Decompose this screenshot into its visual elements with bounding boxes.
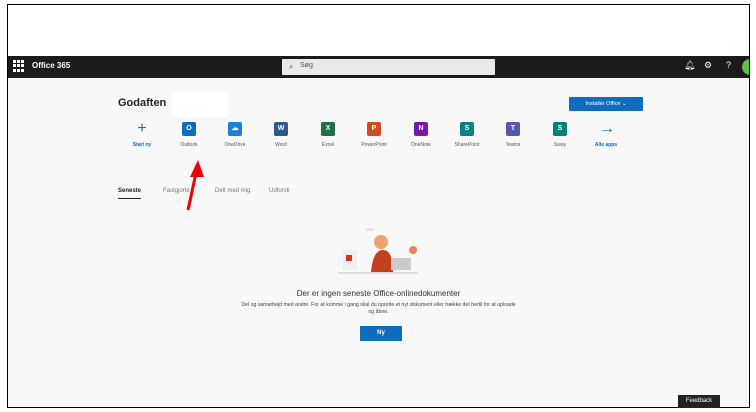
app-start-ny[interactable]: + Start ny bbox=[120, 120, 164, 149]
tab-recent[interactable]: Seneste bbox=[118, 188, 142, 199]
app-onenote[interactable]: N OneNote bbox=[399, 122, 443, 148]
new-document-button[interactable]: Ny bbox=[360, 326, 402, 341]
browser-frame: Office 365 ⌕ Søg 🔔︎ ⚙ ? Godaften Install… bbox=[7, 4, 750, 408]
bell-icon[interactable]: 🔔︎ bbox=[684, 60, 695, 71]
search-icon: ⌕ bbox=[289, 62, 294, 71]
redacted-name bbox=[172, 92, 228, 117]
sway-icon: S bbox=[553, 122, 567, 136]
app-outlook[interactable]: O Outlook bbox=[167, 122, 211, 148]
sharepoint-icon: S bbox=[460, 122, 474, 136]
excel-icon: X bbox=[321, 122, 335, 136]
search-placeholder: Søg bbox=[300, 62, 313, 69]
tab-discover[interactable]: Udforsk bbox=[269, 188, 290, 194]
app-word[interactable]: W Word bbox=[259, 122, 303, 148]
tab-shared[interactable]: Delt med mig bbox=[215, 188, 250, 194]
install-office-button[interactable]: Installér Office ⌄ bbox=[569, 97, 643, 111]
app-label: Sway bbox=[553, 142, 567, 148]
app-excel[interactable]: X Excel bbox=[306, 122, 350, 148]
empty-state-title: Der er ingen seneste Office-onlinedokume… bbox=[296, 289, 461, 298]
app-label: SharePoint bbox=[454, 142, 480, 148]
office-brand[interactable]: Office 365 bbox=[32, 61, 70, 70]
gear-icon[interactable]: ⚙ bbox=[704, 60, 712, 71]
onedrive-icon: ☁ bbox=[228, 122, 242, 136]
arrow-right-icon: → bbox=[599, 120, 615, 137]
empty-state-description: Del og samarbejd med andre. For at komme… bbox=[241, 302, 516, 315]
app-label: PowerPoint bbox=[361, 142, 387, 148]
app-label: Excel bbox=[321, 142, 335, 148]
word-icon: W bbox=[274, 122, 288, 136]
plus-icon: + bbox=[137, 120, 147, 137]
powerpoint-icon: P bbox=[367, 122, 381, 136]
app-alle-apps[interactable]: → Alle apps bbox=[584, 120, 628, 149]
outlook-icon: O bbox=[182, 122, 196, 136]
greeting: Godaften bbox=[118, 97, 167, 109]
app-sharepoint[interactable]: S SharePoint bbox=[445, 122, 489, 148]
feedback-button[interactable]: Feedback bbox=[678, 395, 720, 408]
red-arrow-annotation bbox=[186, 160, 204, 211]
app-label: Outlook bbox=[180, 142, 198, 148]
app-label: Teams bbox=[505, 142, 521, 148]
app-label: Start ny bbox=[132, 142, 152, 148]
app-sway[interactable]: S Sway bbox=[538, 122, 582, 148]
app-label: Alle apps bbox=[594, 142, 618, 148]
app-teams[interactable]: T Teams bbox=[491, 122, 535, 148]
home-content: Godaften Installér Office ⌄ + Start ny O Ou… bbox=[8, 78, 749, 407]
app-powerpoint[interactable]: P PowerPoint bbox=[352, 122, 396, 148]
office-top-bar: Office 365 ⌕ Søg 🔔︎ ⚙ ? bbox=[8, 56, 749, 78]
onenote-icon: N bbox=[414, 122, 428, 136]
app-launcher-icon[interactable] bbox=[13, 60, 25, 72]
app-label: Word bbox=[275, 142, 287, 148]
app-label: OneDrive bbox=[224, 142, 246, 148]
empty-state-illustration bbox=[338, 228, 418, 274]
teams-icon: T bbox=[506, 122, 520, 136]
help-icon[interactable]: ? bbox=[726, 60, 731, 70]
avatar[interactable] bbox=[742, 59, 749, 75]
app-onedrive[interactable]: ☁ OneDrive bbox=[213, 122, 257, 148]
app-label: OneNote bbox=[410, 142, 431, 148]
search-input[interactable]: ⌕ Søg bbox=[282, 59, 495, 75]
